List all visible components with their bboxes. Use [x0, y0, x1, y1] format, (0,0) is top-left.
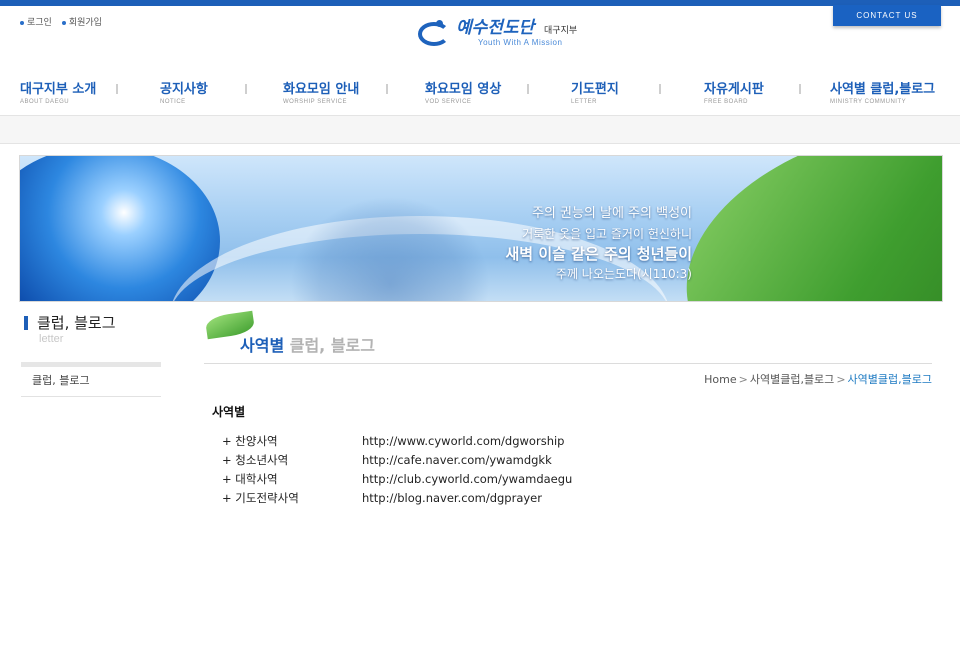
nav-worship-sublabel: WORSHIP SERVICE	[283, 99, 347, 105]
nav-notice[interactable]: 공지사항 NOTICE	[160, 78, 208, 105]
leaf-image	[661, 156, 942, 301]
nav-free-board-label: 자유게시판	[704, 82, 764, 97]
sidebar-title-en: letter	[39, 333, 64, 345]
page-title-light: 클럽, 블로그	[284, 336, 375, 355]
nav-divider	[659, 84, 661, 94]
nav-letter-label: 기도편지	[571, 82, 619, 97]
chevron-right-icon: >	[738, 373, 748, 386]
nav-divider	[386, 84, 388, 94]
nav-notice-label: 공지사항	[160, 82, 208, 97]
signup-link-label: 회원가입	[68, 18, 102, 28]
nav-free-board-sublabel: FREE BOARD	[704, 99, 749, 105]
bullet-icon	[61, 20, 66, 25]
contact-us-button[interactable]: CONTACT US	[833, 5, 941, 26]
page-header: 사역별 클럽, 블로그	[204, 310, 932, 364]
sidebar-title-text: 클럽, 블로그	[37, 314, 116, 332]
signup-link[interactable]: 회원가입	[61, 15, 102, 28]
banner-verse-line1: 주의 권능의 날에 주의 백성이	[531, 206, 692, 221]
nav-divider	[799, 84, 801, 94]
logo-mark-icon	[416, 18, 454, 48]
site-logo[interactable]: 예수전도단 대구지부 Youth With A Mission	[416, 18, 577, 48]
sidebar-title-marker	[24, 315, 28, 330]
utility-links: 로그인 회원가입	[20, 15, 102, 28]
main-navigation: 대구지부 소개 ABOUT DAEGU 공지사항 NOTICE 화요모임 안내 …	[0, 78, 960, 114]
ministry-url-link[interactable]: http://cafe.naver.com/ywamdgkk	[362, 451, 552, 470]
breadcrumb-home[interactable]: Home	[704, 373, 736, 386]
breadcrumb-parent[interactable]: 사역별클럽,블로그	[750, 373, 834, 386]
nav-divider	[245, 84, 247, 94]
list-item: + 청소년사역 http://cafe.naver.com/ywamdgkk	[222, 451, 572, 470]
ministry-url-link[interactable]: http://club.cyworld.com/ywamdaegu	[362, 470, 572, 489]
banner-verse-line4: 주께 나오는도다(시110:3)	[555, 267, 692, 281]
nav-vod-label: 화요모임 영상	[425, 82, 502, 97]
nav-letter[interactable]: 기도편지 LETTER	[571, 78, 619, 105]
banner-verse: 주의 권능의 날에 주의 백성이 거룩한 옷을 입고 즐거이 헌신하니 새벽 이…	[506, 204, 693, 284]
nav-letter-sublabel: LETTER	[571, 99, 598, 105]
ministry-name: + 찬양사역	[222, 434, 278, 448]
nav-vod-sublabel: VOD SERVICE	[425, 99, 472, 105]
nav-about-sublabel: ABOUT DAEGU	[20, 99, 70, 105]
sidebar-item-club-blog[interactable]: 클럽, 블로그	[21, 367, 161, 397]
ministry-name: + 청소년사역	[222, 453, 289, 467]
nav-about-label: 대구지부 소개	[20, 82, 97, 97]
bullet-icon	[20, 20, 24, 25]
nav-worship-label: 화요모임 안내	[283, 82, 360, 97]
top-accent-bar	[0, 0, 960, 6]
list-item: + 찬양사역 http://www.cyworld.com/dgworship	[222, 432, 572, 451]
login-link-label: 로그인	[27, 18, 52, 28]
sidebar-menu: 클럽, 블로그	[21, 362, 161, 397]
ministry-link-list: + 찬양사역 http://www.cyworld.com/dgworship …	[222, 432, 572, 508]
nav-ministry-community-label: 사역별 클럽,블로그	[830, 82, 936, 97]
nav-free-board[interactable]: 자유게시판 FREE BOARD	[704, 78, 764, 105]
page-title: 사역별 클럽, 블로그	[240, 332, 375, 356]
nav-vod[interactable]: 화요모임 영상 VOD SERVICE	[425, 78, 501, 105]
nav-notice-sublabel: NOTICE	[160, 99, 186, 105]
sidebar-title: 클럽, 블로그	[24, 312, 116, 333]
login-link[interactable]: 로그인	[20, 15, 52, 28]
banner-verse-line2: 거룩한 옷을 입고 즐거이 헌신하니	[522, 227, 692, 241]
nav-about[interactable]: 대구지부 소개 ABOUT DAEGU	[20, 78, 96, 105]
logo-branch-text: 대구지부	[544, 26, 578, 36]
chevron-right-icon: >	[836, 373, 846, 386]
worship-people-image	[290, 196, 490, 301]
ministry-url-link[interactable]: http://www.cyworld.com/dgworship	[362, 432, 564, 451]
ministry-name: + 대학사역	[222, 472, 278, 486]
list-item: + 기도전략사역 http://blog.naver.com/dgprayer	[222, 489, 572, 508]
nav-ministry-community-sublabel: MINISTRY COMMUNITY	[830, 99, 907, 105]
breadcrumb: Home > 사역별클럽,블로그 > 사역별클럽,블로그	[704, 371, 932, 387]
sub-navigation-bar	[0, 115, 960, 144]
nav-divider	[116, 84, 118, 94]
section-title: 사역별	[212, 405, 246, 419]
ministry-url-link[interactable]: http://blog.naver.com/dgprayer	[362, 489, 542, 508]
banner-verse-line3: 새벽 이슬 같은 주의 청년들이	[505, 245, 693, 263]
nav-ministry-community[interactable]: 사역별 클럽,블로그 MINISTRY COMMUNITY	[830, 78, 935, 105]
logo-main-text: 예수전도단	[456, 18, 535, 37]
page-title-strong: 사역별	[240, 336, 285, 355]
ministry-name: + 기도전략사역	[222, 491, 299, 505]
list-item: + 대학사역 http://club.cyworld.com/ywamdaegu	[222, 470, 572, 489]
logo-text: 예수전도단 대구지부 Youth With A Mission	[456, 18, 577, 47]
nav-worship[interactable]: 화요모임 안내 WORSHIP SERVICE	[283, 78, 359, 105]
breadcrumb-current: 사역별클럽,블로그	[847, 373, 932, 386]
logo-subtitle: Youth With A Mission	[478, 38, 563, 47]
nav-divider	[527, 84, 529, 94]
main-banner: 주의 권능의 날에 주의 백성이 거룩한 옷을 입고 즐거이 헌신하니 새벽 이…	[19, 155, 943, 302]
